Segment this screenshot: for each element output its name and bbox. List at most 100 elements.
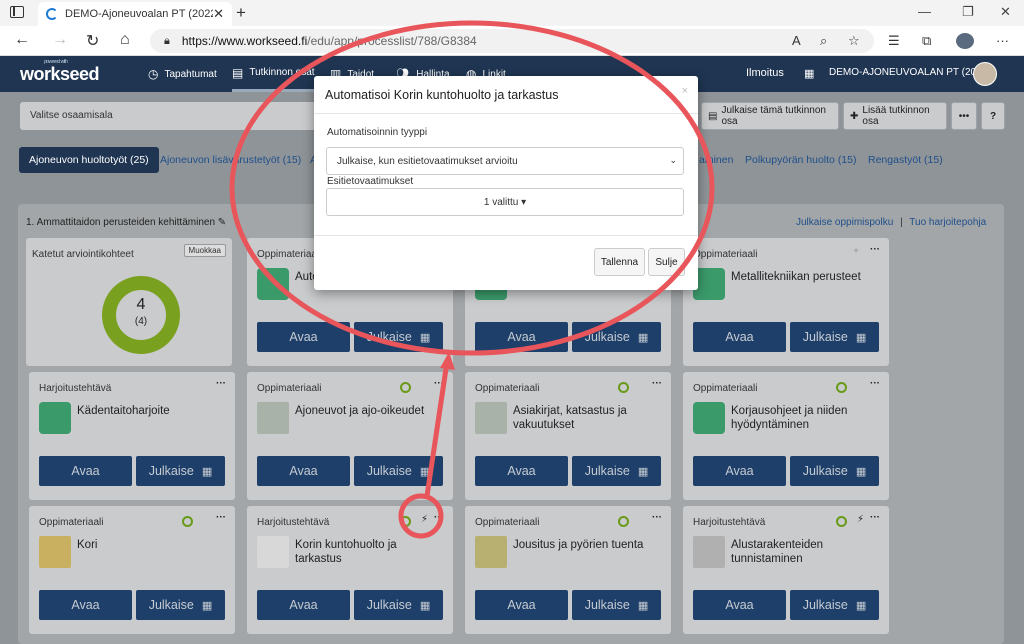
more-icon[interactable]: ··· bbox=[216, 378, 226, 389]
plus-icon[interactable]: + bbox=[853, 246, 859, 257]
card-type: Harjoitustehtävä bbox=[257, 517, 330, 528]
open-button[interactable]: Avaa bbox=[693, 456, 786, 486]
more-icon[interactable]: ··· bbox=[652, 512, 662, 523]
card-chassis[interactable]: Harjoitustehtävä ⚡︎ ··· Alustarakenteide… bbox=[683, 506, 889, 634]
calendar-icon: ▦ bbox=[637, 599, 649, 612]
publish-button[interactable]: Julkaise ▦ bbox=[136, 456, 225, 486]
publish-button[interactable]: Julkaise ▦ bbox=[136, 590, 225, 620]
more-icon[interactable]: ··· bbox=[870, 512, 880, 523]
card-repair-manuals[interactable]: Oppimateriaali ··· Korjausohjeet ja niid… bbox=[683, 372, 889, 500]
open-button[interactable]: Avaa bbox=[693, 322, 786, 352]
document-icon bbox=[39, 402, 71, 434]
tab-vehicle-maintenance[interactable]: Ajoneuvon huoltotyöt (25) bbox=[19, 147, 159, 173]
publish-button[interactable]: Julkaise ▦ bbox=[354, 322, 443, 352]
open-button[interactable]: Avaa bbox=[475, 322, 568, 352]
open-button[interactable]: Avaa bbox=[39, 456, 132, 486]
card-documents[interactable]: Oppimateriaali ··· Asiakirjat, katsastus… bbox=[465, 372, 671, 500]
more-icon[interactable]: ··· bbox=[216, 512, 226, 523]
sidebar-toggle-icon[interactable] bbox=[10, 6, 24, 18]
notifications-link[interactable]: Ilmoitus bbox=[746, 67, 784, 79]
publish-path-link[interactable]: Julkaise oppimispolku bbox=[796, 217, 893, 228]
publish-label: Julkaise bbox=[802, 598, 848, 612]
card-metal[interactable]: Oppimateriaali + ··· Metallitekniikan pe… bbox=[683, 238, 889, 366]
close-icon[interactable]: × bbox=[682, 85, 688, 97]
close-window-icon[interactable]: ✕ bbox=[1000, 4, 1011, 20]
minimize-icon[interactable]: — bbox=[918, 4, 931, 19]
open-button[interactable]: Avaa bbox=[257, 456, 350, 486]
card-type: Oppimateriaali bbox=[475, 383, 540, 394]
publish-unit-button[interactable]: ▤ Julkaise tämä tutkinnon osa bbox=[701, 102, 839, 130]
favorites-bar-icon[interactable]: ☰ bbox=[888, 33, 900, 49]
url-host: https://www.workseed.fi bbox=[181, 34, 308, 48]
save-button[interactable]: Tallenna bbox=[594, 248, 645, 276]
back-icon[interactable]: ← bbox=[14, 31, 30, 49]
import-template-link[interactable]: Tuo harjoitepohja bbox=[909, 217, 986, 228]
read-aloud-icon[interactable]: A bbox=[792, 33, 801, 48]
home-icon[interactable]: ⌂ bbox=[120, 31, 130, 49]
browser-profile-avatar[interactable] bbox=[956, 33, 974, 49]
card-handskill[interactable]: Harjoitustehtävä ··· Kädentaitoharjoite … bbox=[29, 372, 235, 500]
close-tab-icon[interactable]: ✕ bbox=[213, 6, 224, 22]
close-button[interactable]: Sulje bbox=[648, 248, 685, 276]
open-button[interactable]: Avaa bbox=[39, 590, 132, 620]
publish-button[interactable]: Julkaise ▦ bbox=[572, 322, 661, 352]
user-avatar[interactable] bbox=[973, 62, 997, 86]
maximize-icon[interactable]: ❐ bbox=[962, 4, 974, 20]
collections-icon[interactable]: ⧉ bbox=[922, 33, 931, 49]
card-body[interactable]: Oppimateriaali ··· Kori Avaa Julkaise ▦ bbox=[29, 506, 235, 634]
publish-button[interactable]: Julkaise ▦ bbox=[354, 590, 443, 620]
open-button[interactable]: Avaa bbox=[257, 590, 350, 620]
publish-label: Julkaise bbox=[366, 598, 412, 612]
help-button[interactable]: ? bbox=[981, 102, 1005, 130]
tab-bicycle-maintenance[interactable]: Polkupyörän huolto (15) bbox=[745, 154, 857, 166]
more-button[interactable]: ••• bbox=[951, 102, 977, 130]
publish-label: Julkaise bbox=[366, 330, 412, 344]
prerequisites-multiselect[interactable]: 1 valittu ▾ bbox=[326, 188, 684, 216]
nav-item-qualification-units[interactable]: ▤ Tutkinnon osat bbox=[232, 56, 315, 92]
more-icon[interactable]: ··· bbox=[870, 244, 880, 255]
grid-icon[interactable]: ▦ bbox=[804, 67, 814, 80]
card-suspension[interactable]: Oppimateriaali ··· Jousitus ja pyörien t… bbox=[465, 506, 671, 634]
automation-type-select[interactable]: Julkaise, kun esitietovaatimukset arvioi… bbox=[326, 147, 684, 175]
new-tab-icon[interactable]: + bbox=[236, 3, 246, 23]
specialization-select[interactable]: Valitse osaamisala bbox=[20, 102, 320, 130]
calendar-icon: ▦ bbox=[419, 465, 431, 478]
tab-hidden-2[interactable]: aminen bbox=[699, 154, 733, 166]
tab-tire-work[interactable]: Rengastyöt (15) bbox=[868, 154, 943, 166]
more-icon[interactable]: ··· bbox=[652, 378, 662, 389]
workseed-logo[interactable]: powered with workseed bbox=[20, 59, 100, 85]
forward-icon[interactable]: → bbox=[52, 31, 68, 49]
section-title-text: 1. Ammattitaidon perusteiden kehittämine… bbox=[26, 217, 215, 228]
add-unit-button[interactable]: ✚ Lisää tutkinnon osa bbox=[843, 102, 947, 130]
url-input[interactable]: 🔒︎ https://www.workseed.fi/edu/app/proce… bbox=[150, 29, 874, 53]
publish-button[interactable]: Julkaise ▦ bbox=[790, 456, 879, 486]
publish-button[interactable]: Julkaise ▦ bbox=[790, 322, 879, 352]
nav-item-events[interactable]: ◷ Tapahtumat bbox=[148, 56, 217, 92]
card-body-maintenance[interactable]: Harjoitustehtävä ⚡︎ ··· Korin kuntohuolt… bbox=[247, 506, 453, 634]
pencil-icon[interactable]: ✎ bbox=[218, 217, 226, 228]
more-icon[interactable]: ··· bbox=[434, 378, 444, 389]
org-name[interactable]: DEMO-AJONEUVOALAN PT (2022) bbox=[829, 67, 991, 78]
refresh-icon[interactable]: ↻ bbox=[86, 31, 99, 51]
publish-button[interactable]: Julkaise ▦ bbox=[572, 456, 661, 486]
favorite-icon[interactable]: ☆ bbox=[848, 33, 860, 49]
publish-button[interactable]: Julkaise ▦ bbox=[354, 456, 443, 486]
automation-type-label: Automatisoinnin tyyppi bbox=[327, 127, 428, 138]
open-button[interactable]: Avaa bbox=[257, 322, 350, 352]
open-button[interactable]: Avaa bbox=[693, 590, 786, 620]
publish-button[interactable]: Julkaise ▦ bbox=[790, 590, 879, 620]
publish-button[interactable]: Julkaise ▦ bbox=[572, 590, 661, 620]
automation-bolt-icon[interactable]: ⚡︎ bbox=[421, 514, 428, 525]
edit-button[interactable]: Muokkaa bbox=[183, 244, 226, 257]
open-button[interactable]: Avaa bbox=[475, 590, 568, 620]
browser-menu-icon[interactable]: ··· bbox=[996, 33, 1009, 48]
browser-tab[interactable]: DEMO-Ajoneuvoalan PT (2022) ✕ bbox=[38, 2, 232, 26]
more-icon[interactable]: ··· bbox=[870, 378, 880, 389]
automation-bolt-icon[interactable]: ⚡︎ bbox=[857, 514, 864, 525]
open-button[interactable]: Avaa bbox=[475, 456, 568, 486]
tab-vehicle-accessories[interactable]: Ajoneuvon lisävarustetyöt (15) bbox=[160, 154, 301, 166]
card-vehicles-licenses[interactable]: Oppimateriaali ··· Ajoneuvot ja ajo-oike… bbox=[247, 372, 453, 500]
zoom-icon[interactable]: ⌕ bbox=[820, 33, 827, 49]
more-icon[interactable]: ··· bbox=[434, 512, 444, 523]
document-icon bbox=[257, 268, 289, 300]
